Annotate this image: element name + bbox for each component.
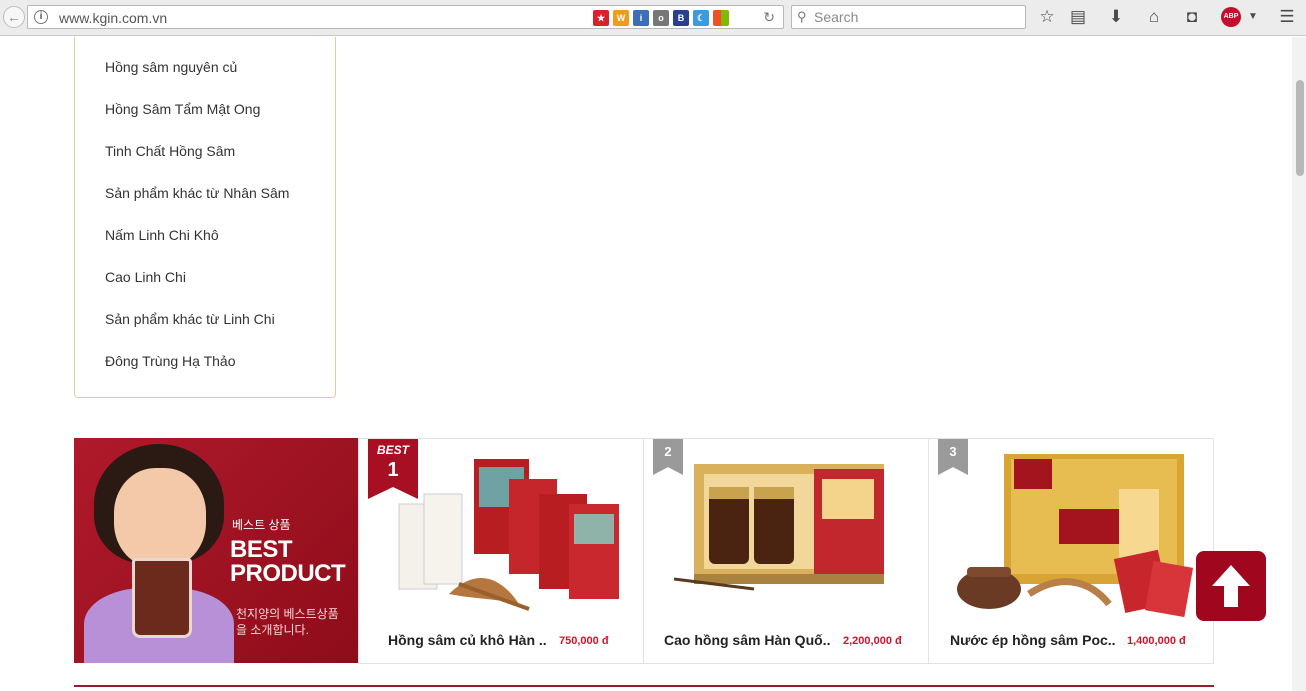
search-bar[interactable]: ⚲ [791, 5, 1026, 29]
arrow-up-icon [1212, 565, 1250, 607]
banner-title-product: PRODUCT [230, 560, 346, 587]
reload-icon[interactable]: ↻ [763, 9, 775, 26]
url-bar[interactable]: i www.kgin.com.vn ★ W i o B ☾ ↻ [27, 5, 784, 29]
product-card-1[interactable]: BEST 1 Hồng sâm củ khô Hàn .. 750,000 đ [358, 438, 644, 664]
product-image-ginseng-extract-box[interactable] [664, 449, 910, 617]
scrollbar-thumb[interactable] [1296, 80, 1304, 176]
bookmark-star-icon[interactable]: ☆ [1037, 7, 1057, 27]
banner-korean-description: 천지양의 베스트상품을 소개합니다. [236, 607, 339, 637]
drink-cup-shape [132, 558, 192, 638]
windows-icon[interactable] [713, 10, 729, 26]
wappalyzer-icon[interactable]: W [613, 10, 629, 26]
category-item-hong-sam-nguyen-cu[interactable]: Hồng sâm nguyên củ [105, 59, 237, 75]
banner-title-best: BEST [230, 536, 293, 563]
browser-toolbar: ← i www.kgin.com.vn ★ W i o B ☾ ↻ ⚲ ☆ ▤ … [0, 0, 1306, 36]
url-text[interactable]: www.kgin.com.vn [59, 10, 167, 26]
scroll-to-top-button[interactable] [1196, 551, 1266, 621]
category-item-hong-sam-tam-mat-ong[interactable]: Hồng Sâm Tẩm Mật Ong [105, 101, 260, 117]
banner-korean-label: 베스트 상품 [232, 518, 291, 532]
product-card-3[interactable]: 3 Nước ép hồng sâm Poc.. 1,400,000 đ [928, 438, 1214, 664]
url-addon-icons: ★ W i o B ☾ [593, 9, 729, 27]
product-card-2[interactable]: 2 Cao hồng sâm Hàn Quố.. 2,200,000 đ [643, 438, 929, 664]
section-divider [74, 685, 1214, 687]
best-product-banner[interactable]: 베스트 상품 BEST PRODUCT 천지양의 베스트상품을 소개합니다. [74, 438, 358, 663]
product-name[interactable]: Nước ép hồng sâm Poc.. [950, 632, 1116, 648]
site-info-icon[interactable]: i [34, 10, 48, 24]
category-item-san-pham-linh-chi[interactable]: Sản phẩm khác từ Linh Chi [105, 311, 275, 327]
category-menu: Hồng sâm nguyên củ Hồng Sâm Tẩm Mật Ong … [74, 37, 336, 398]
search-icon: ⚲ [797, 9, 807, 24]
hamburger-menu-icon[interactable]: ☰ [1277, 7, 1297, 27]
chevron-down-icon[interactable]: ▼ [1243, 7, 1263, 27]
product-name[interactable]: Cao hồng sâm Hàn Quố.. [664, 632, 830, 648]
iis-icon[interactable]: i [633, 10, 649, 26]
category-item-tinh-chat-hong-sam[interactable]: Tinh Chất Hồng Sâm [105, 143, 235, 159]
category-item-san-pham-nhan-sam[interactable]: Sản phẩm khác từ Nhân Sâm [105, 185, 289, 201]
product-price: 2,200,000 đ [843, 635, 902, 647]
reading-list-icon[interactable]: ▤ [1068, 7, 1088, 27]
home-icon[interactable]: ⌂ [1144, 7, 1164, 27]
product-name[interactable]: Hồng sâm củ khô Hàn .. [388, 632, 547, 648]
back-arrow-icon[interactable]: ← [3, 6, 25, 28]
pocket-icon[interactable]: ◘ [1182, 7, 1202, 27]
product-price: 750,000 đ [559, 635, 609, 647]
category-item-cao-linh-chi[interactable]: Cao Linh Chi [105, 269, 186, 285]
child-face-shape [114, 468, 206, 568]
moon-icon[interactable]: ☾ [693, 10, 709, 26]
category-item-nam-linh-chi-kho[interactable]: Nấm Linh Chi Khô [105, 227, 219, 243]
product-price: 1,400,000 đ [1127, 635, 1186, 647]
bootstrap-icon[interactable]: B [673, 10, 689, 26]
flag-icon[interactable]: ★ [593, 10, 609, 26]
search-input[interactable] [814, 8, 1019, 26]
adblock-icon[interactable]: ABP [1221, 7, 1241, 27]
product-image-ginseng-juice-pouch[interactable] [949, 449, 1195, 617]
downloads-icon[interactable]: ⬇ [1106, 7, 1126, 27]
category-item-dong-trung-ha-thao[interactable]: Đông Trùng Hạ Thảo [105, 353, 236, 369]
ring-icon[interactable]: o [653, 10, 669, 26]
